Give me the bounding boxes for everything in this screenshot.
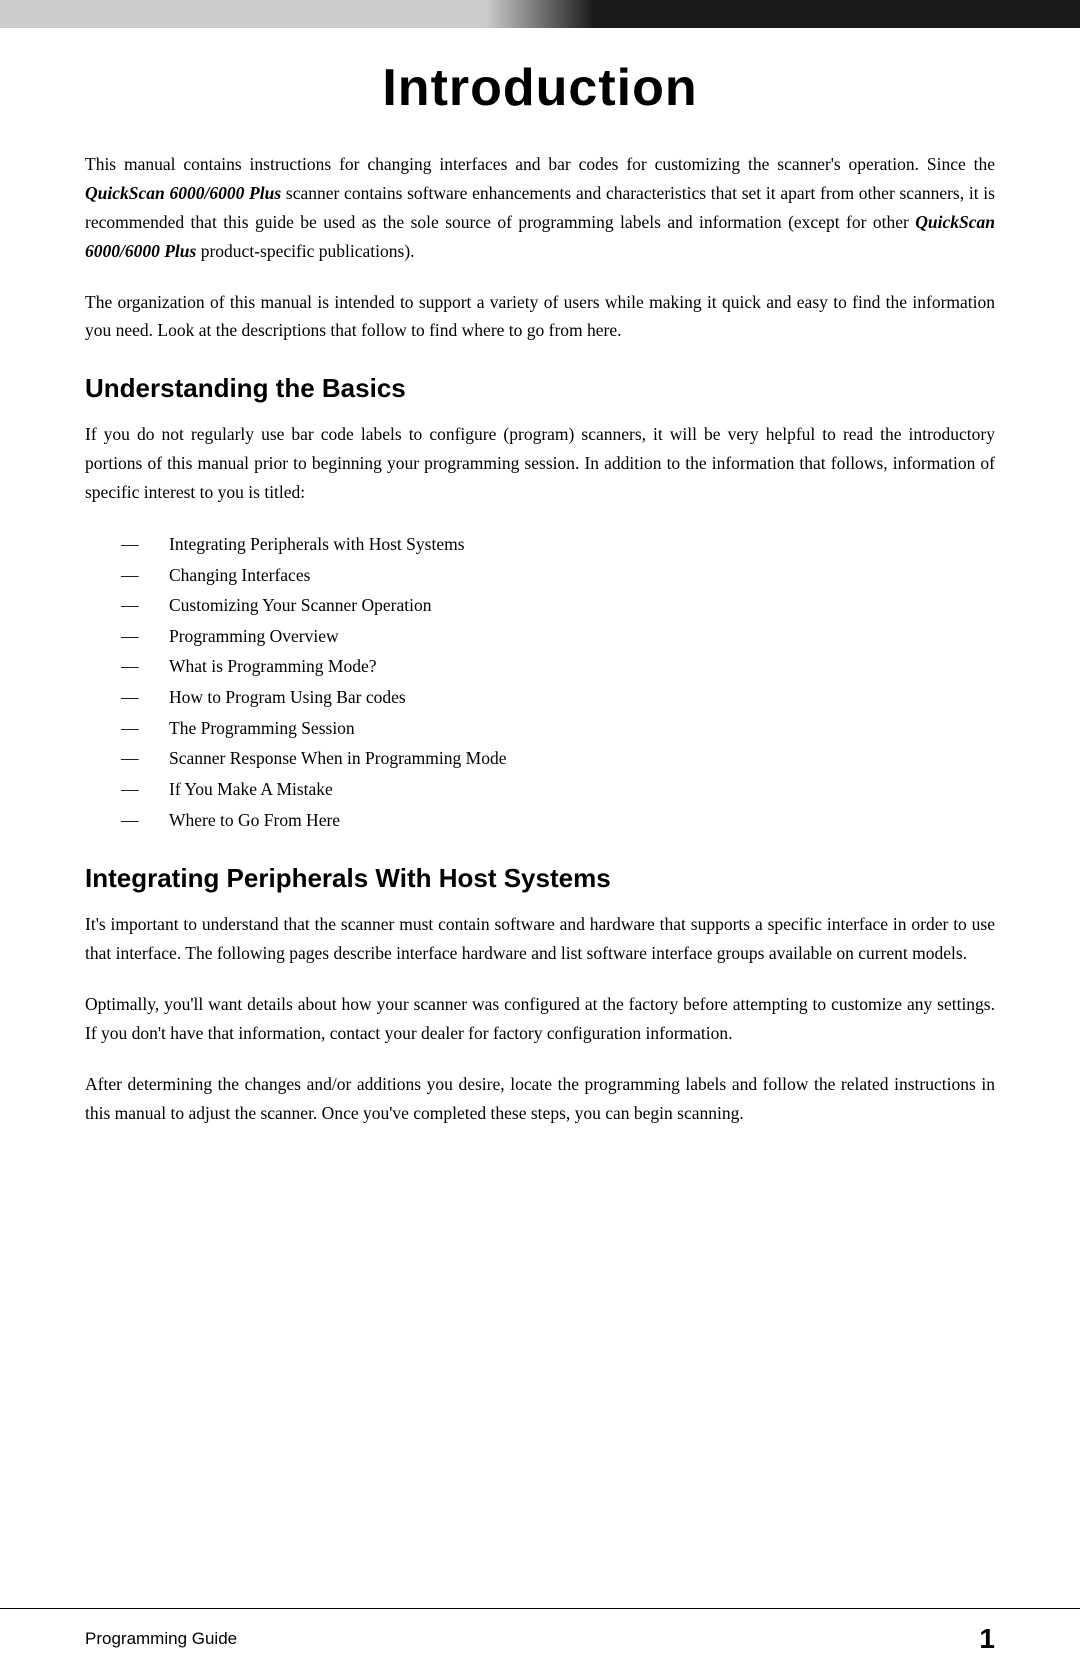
top-decorative-bar (0, 0, 1080, 28)
page-title: Introduction (85, 58, 995, 118)
list-item: Changing Interfaces (145, 560, 995, 591)
section2-paragraph-1: It's important to understand that the sc… (85, 910, 995, 968)
p1-text-start: This manual contains instructions for ch… (85, 154, 995, 174)
section2-paragraph-2: Optimally, you'll want details about how… (85, 990, 995, 1048)
list-item: Scanner Response When in Programming Mod… (145, 743, 995, 774)
list-item: If You Make A Mistake (145, 774, 995, 805)
content-area: Introduction This manual contains instru… (0, 28, 1080, 1608)
page-footer: Programming Guide 1 (0, 1608, 1080, 1669)
section2-paragraph-3: After determining the changes and/or add… (85, 1070, 995, 1128)
footer-page-number: 1 (979, 1623, 995, 1655)
list-item: Where to Go From Here (145, 805, 995, 836)
section2-heading: Integrating Peripherals With Host System… (85, 863, 995, 894)
p1-text-end: product-specific publications). (196, 241, 414, 261)
list-item: Customizing Your Scanner Operation (145, 590, 995, 621)
bullet-list: Integrating Peripherals with Host System… (145, 529, 995, 835)
list-item: Integrating Peripherals with Host System… (145, 529, 995, 560)
list-item: The Programming Session (145, 713, 995, 744)
section1-paragraph: If you do not regularly use bar code lab… (85, 420, 995, 507)
intro-paragraph-2: The organization of this manual is inten… (85, 288, 995, 346)
section1-heading: Understanding the Basics (85, 373, 995, 404)
page-container: Introduction This manual contains instru… (0, 0, 1080, 1669)
footer-label: Programming Guide (85, 1629, 237, 1649)
list-item: What is Programming Mode? (145, 651, 995, 682)
list-item: How to Program Using Bar codes (145, 682, 995, 713)
list-item: Programming Overview (145, 621, 995, 652)
intro-paragraph-1: This manual contains instructions for ch… (85, 150, 995, 266)
p1-bold-italic-1: QuickScan 6000/6000 Plus (85, 183, 281, 203)
